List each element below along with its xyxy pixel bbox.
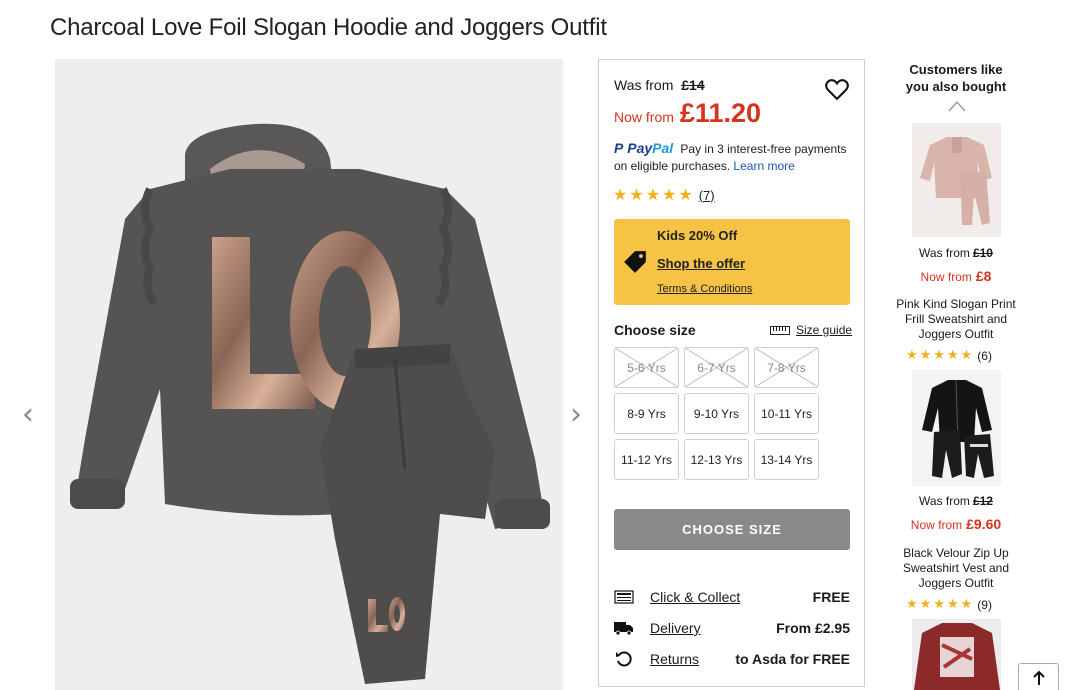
size-option[interactable]: 9-10 Yrs: [684, 393, 749, 434]
product-rating: ★ ★ ★ ★ ★ (7): [613, 187, 715, 203]
size-option[interactable]: 8-9 Yrs: [614, 393, 679, 434]
size-option-label: 7-8 Yrs: [767, 360, 806, 375]
offer-banner: Kids 20% Off Shop the offer Terms & Cond…: [614, 219, 850, 305]
size-option[interactable]: 11-12 Yrs: [614, 439, 679, 480]
delivery-row-delivery: Delivery From £2.95: [614, 618, 850, 638]
click-collect-value: FREE: [812, 589, 850, 605]
recommendations-title: Customers like you also bought: [905, 62, 1007, 94]
click-collect-link[interactable]: Click & Collect: [650, 589, 740, 605]
delivery-link[interactable]: Delivery: [650, 620, 701, 636]
star-icon: ★: [645, 185, 661, 204]
size-guide-link[interactable]: Size guide: [770, 323, 852, 337]
size-option[interactable]: 10-11 Yrs: [754, 393, 819, 434]
rec-item-rating: ★ ★ ★ ★ ★ (9): [906, 597, 992, 613]
was-price: £14: [681, 77, 705, 93]
choose-size-heading: Choose size: [614, 322, 696, 338]
delivery-value: From £2.95: [776, 620, 850, 636]
delivery-row-click-collect: Click & Collect FREE: [614, 587, 850, 607]
ruler-icon: [770, 325, 790, 335]
size-guide-label: Size guide: [796, 323, 853, 337]
star-icon: ★: [960, 597, 973, 612]
star-icon: ★: [919, 348, 932, 363]
star-icon: ★: [906, 348, 918, 363]
rec-item-image-black[interactable]: [912, 370, 1001, 486]
size-option-label: 8-9 Yrs: [627, 406, 666, 421]
now-price-line: Now from £11.20: [614, 98, 761, 129]
star-icon: ★: [960, 348, 973, 363]
was-price-line: Was from £14: [614, 77, 705, 93]
rec-item-now-price: Now from £8: [920, 268, 992, 284]
shop-offer-link[interactable]: Shop the offer: [657, 256, 745, 271]
offer-title: Kids 20% Off: [657, 228, 738, 243]
rec-item-image-pink[interactable]: [912, 123, 1001, 237]
gallery-next-icon[interactable]: ›: [566, 400, 586, 430]
buy-panel: Was from £14 Now from £11.20 P PayPal Pa…: [598, 59, 865, 687]
product-image[interactable]: [55, 59, 563, 690]
star-icon: ★: [629, 185, 644, 204]
rec-item-name-link[interactable]: Black Velour Zip Up Sweatshirt Vest and …: [893, 546, 1019, 591]
delivery-row-returns: Returns to Asda for FREE: [614, 649, 850, 669]
size-option-label: 6-7 Yrs: [697, 360, 736, 375]
size-option-label: 13-14 Yrs: [760, 452, 813, 467]
paypal-logo: P PayPal: [614, 140, 674, 156]
size-option-label: 12-13 Yrs: [690, 452, 743, 467]
chevron-up-icon[interactable]: [948, 100, 966, 112]
review-count-link[interactable]: (7): [699, 188, 715, 203]
star-icon: ★: [678, 185, 693, 204]
paypal-banner: P PayPal Pay in 3 interest-free payments…: [614, 140, 859, 175]
rec-item-was-price: Was from £10: [919, 246, 993, 260]
size-option[interactable]: 7-8 Yrs: [754, 347, 819, 388]
star-icon: ★: [613, 185, 628, 204]
star-icon: ★: [906, 597, 918, 612]
terms-link[interactable]: Terms & Conditions: [657, 283, 752, 295]
rating-stars: ★ ★ ★ ★ ★: [613, 187, 693, 203]
returns-link[interactable]: Returns: [650, 651, 699, 667]
size-option-label: 10-11 Yrs: [761, 406, 812, 421]
arrow-up-icon: [1032, 670, 1045, 685]
star-icon: ★: [933, 348, 945, 363]
hoodie-joggers-photo: [70, 123, 550, 684]
rec-item-name-link[interactable]: Pink Kind Slogan Print Frill Sweatshirt …: [893, 297, 1019, 342]
star-icon: ★: [933, 597, 945, 612]
rec-item-now-price: Now from £9.60: [910, 516, 1002, 532]
rec-item-was-price: Was from £12: [919, 494, 993, 508]
size-option[interactable]: 5-6 Yrs: [614, 347, 679, 388]
star-icon: ★: [946, 597, 959, 612]
size-option-label: 11-12 Yrs: [621, 452, 672, 467]
scroll-to-top-button[interactable]: [1018, 663, 1059, 690]
paypal-learn-more-link[interactable]: Learn more: [733, 159, 794, 173]
wishlist-heart-icon[interactable]: [823, 75, 851, 103]
price-tag-icon: [624, 251, 646, 273]
star-icon: ★: [946, 348, 959, 363]
size-option-label: 5-6 Yrs: [627, 360, 666, 375]
rec-item-rating: ★ ★ ★ ★ ★ (6): [906, 348, 992, 364]
recommendations-panel: Customers like you also bought Was from £…: [893, 59, 1019, 690]
rec-item-review-count: (9): [977, 598, 992, 612]
size-option[interactable]: 6-7 Yrs: [684, 347, 749, 388]
click-collect-icon: [614, 588, 634, 606]
star-icon: ★: [662, 185, 677, 204]
rec-item-image-red[interactable]: [912, 619, 1001, 690]
now-label: Now from: [614, 109, 674, 125]
page-title: Charcoal Love Foil Slogan Hoodie and Jog…: [50, 14, 607, 41]
choose-size-button[interactable]: CHOOSE SIZE: [614, 509, 850, 550]
star-icon: ★: [919, 597, 932, 612]
returns-icon: [614, 650, 634, 668]
returns-value: to Asda for FREE: [735, 651, 850, 667]
rec-item-review-count: (6): [977, 349, 992, 363]
size-option[interactable]: 13-14 Yrs: [754, 439, 819, 480]
size-option-label: 9-10 Yrs: [693, 406, 740, 421]
size-grid: 5-6 Yrs 6-7 Yrs 7-8 Yrs 8-9 Yrs 9-10 Yrs 10-1…: [614, 347, 819, 480]
gallery-prev-icon[interactable]: ‹: [18, 400, 38, 430]
was-label: Was from: [614, 77, 674, 93]
size-option[interactable]: 12-13 Yrs: [684, 439, 749, 480]
truck-icon: [614, 619, 634, 637]
now-price: £11.20: [679, 98, 761, 128]
